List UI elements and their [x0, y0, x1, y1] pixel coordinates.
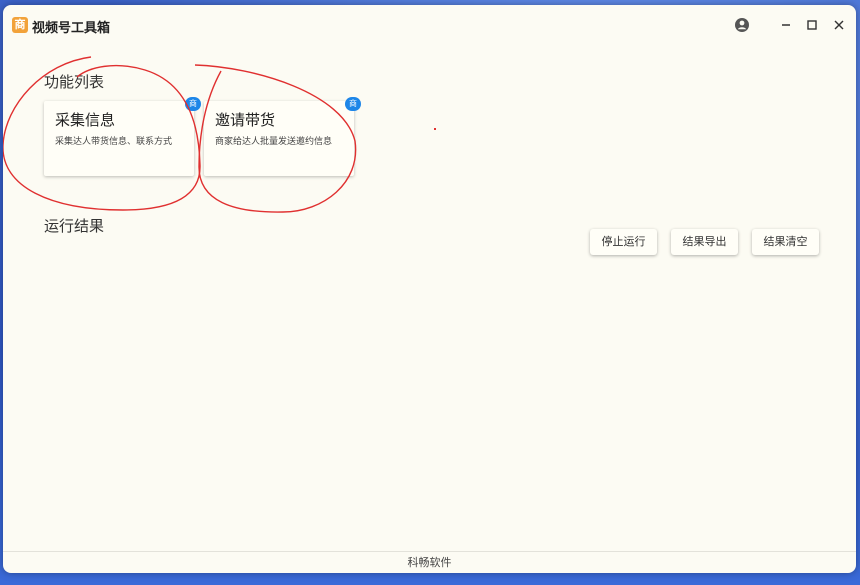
- export-results-button[interactable]: 结果导出: [671, 229, 738, 255]
- account-icon[interactable]: [732, 15, 752, 35]
- annotation-dot: [434, 128, 436, 130]
- section-title-results: 运行结果: [44, 217, 105, 235]
- merchant-badge: 商: [345, 97, 361, 111]
- app-logo-icon: 商: [12, 17, 28, 33]
- footer: 科畅软件: [3, 551, 856, 573]
- merchant-badge: 商: [185, 97, 201, 111]
- card-description: 采集达人带货信息、联系方式: [55, 137, 173, 147]
- card-collect-info[interactable]: 采集信息 采集达人带货信息、联系方式: [44, 101, 194, 176]
- maximize-icon[interactable]: [802, 15, 822, 35]
- footer-text: 科畅软件: [407, 556, 452, 569]
- card-title: 邀请带货: [215, 111, 276, 129]
- card-title: 采集信息: [55, 111, 116, 129]
- stop-run-button[interactable]: 停止运行: [590, 229, 657, 255]
- title-bar: 商 视频号工具箱: [3, 5, 856, 45]
- card-description: 商家给达人批量发送邀约信息: [215, 137, 333, 147]
- app-window: 商 视频号工具箱 功能列表 采集信息 采集达人带货信息、联系方式 商 邀请带货 …: [3, 5, 856, 573]
- close-icon[interactable]: [829, 15, 849, 35]
- app-title: 视频号工具箱: [32, 21, 111, 36]
- annotation-overlay: [3, 56, 357, 213]
- minimize-icon[interactable]: [776, 15, 796, 35]
- card-invite-sales[interactable]: 邀请带货 商家给达人批量发送邀约信息: [204, 101, 354, 176]
- clear-results-button[interactable]: 结果清空: [752, 229, 819, 255]
- section-title-functions: 功能列表: [44, 73, 105, 91]
